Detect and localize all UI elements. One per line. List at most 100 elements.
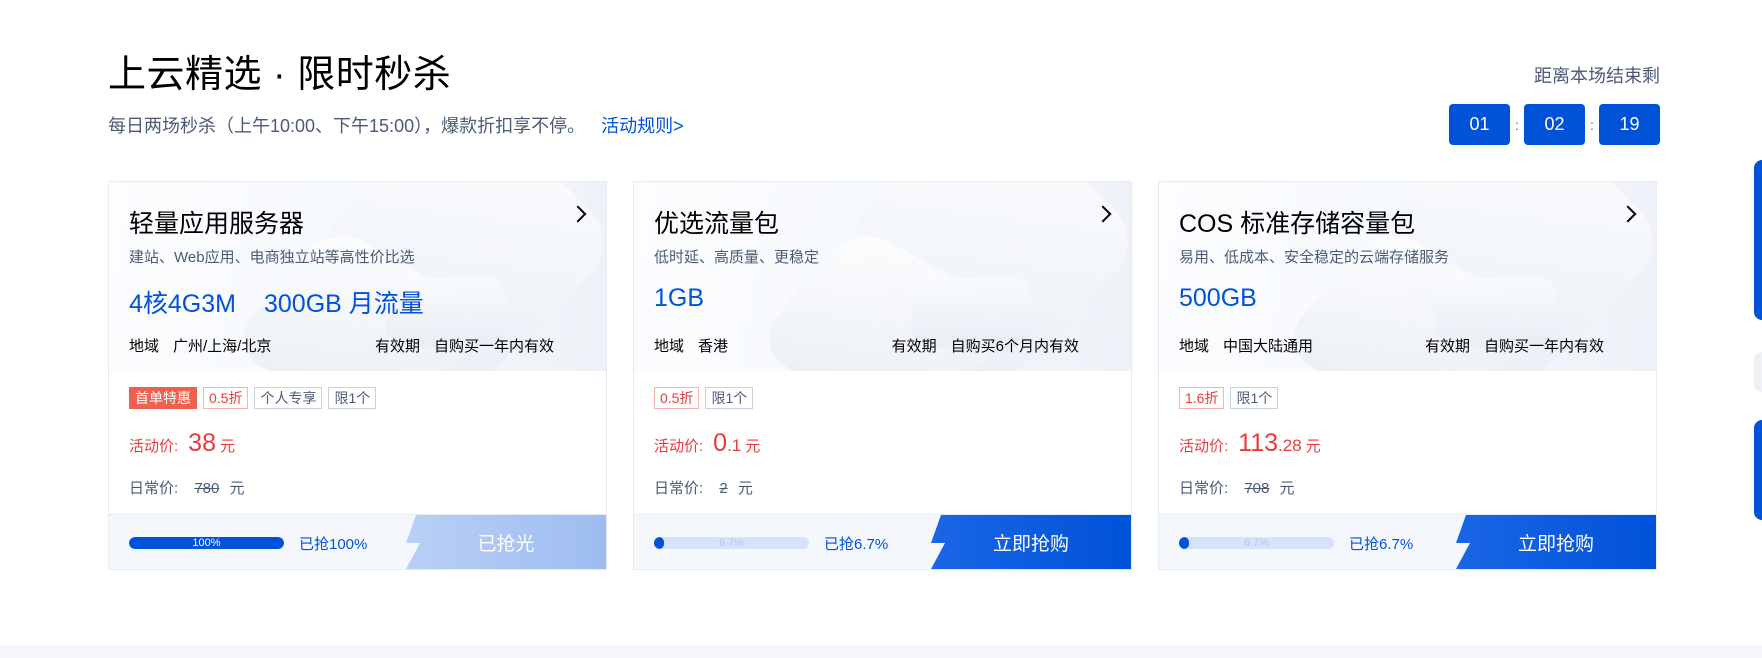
regular-price-unit: 元 [737, 480, 753, 497]
card-description: 易用、低成本、安全稳定的云端存储服务 [1179, 249, 1450, 266]
region: 地域 中国大陆通用 [1179, 335, 1313, 356]
sales-progress-bar: 6.7% [1179, 537, 1334, 549]
sales-progress-text: 6.7% [1243, 537, 1270, 549]
countdown-separator: : [1515, 116, 1519, 133]
activity-price: 活动价: 0 .1 元 [654, 429, 760, 458]
region-value: 广州/上海/北京 [173, 338, 272, 355]
card-meta: 地域 广州/上海/北京 有效期 自购买一年内有效 [129, 335, 554, 356]
card-title[interactable]: COS 标准存储容量包 [1179, 204, 1415, 240]
card-footer: 100% 已抢100% 已抢光 [109, 514, 606, 569]
card-meta: 地域 香港 有效期 自购买6个月内有效 [654, 335, 1079, 356]
card-tags: 首单特惠 0.5折 个人专享 限1个 [129, 387, 377, 409]
validity-label: 有效期 [891, 338, 937, 355]
card-tags: 0.5折 限1个 [654, 387, 754, 409]
section-subtitle-row: 每日两场秒杀（上午10:00、下午15:00），爆款折扣享不停。 活动规则> [108, 112, 684, 138]
card-spec: 4核4G3M 300GB 月流量 [129, 284, 424, 320]
validity: 有效期 自购买6个月内有效 [892, 335, 1079, 356]
region-label: 地域 [1179, 338, 1210, 355]
card-title[interactable]: 轻量应用服务器 [129, 204, 304, 240]
regular-price: 日常价: 2 元 [654, 477, 753, 498]
discount-tag: 0.5折 [654, 387, 700, 409]
regular-price-unit: 元 [229, 480, 245, 497]
countdown: 距离本场结束剩 01 : 02 : 19 [1449, 62, 1660, 145]
regular-price-value: 780 [194, 480, 220, 497]
activity-price-integer: 38 [188, 429, 216, 457]
card-description: 低时延、高质量、更稳定 [654, 249, 820, 266]
sold-out-button[interactable]: 已抢光 [406, 515, 606, 569]
sales-progress-text: 100% [192, 537, 221, 549]
info-tag: 限1个 [1230, 387, 1279, 409]
section-title: 上云精选 · 限时秒杀 [108, 54, 452, 96]
validity-label: 有效期 [374, 338, 420, 355]
sales-progress-bar: 6.7% [654, 537, 809, 549]
card-spec-item: 300GB 月流量 [263, 290, 424, 318]
first-order-tag: 首单特惠 [129, 387, 197, 409]
activity-price: 活动价: 113 .28 元 [1179, 429, 1321, 458]
regular-price-unit: 元 [1279, 480, 1295, 497]
validity-label: 有效期 [1424, 338, 1470, 355]
card-spec-item: 4核4G3M [129, 290, 236, 318]
card-header-area: COS 标准存储容量包 易用、低成本、安全稳定的云端存储服务 500GB 地域中… [1159, 182, 1656, 371]
activity-price-label: 活动价: [129, 438, 179, 455]
card-spec: 1GB [654, 284, 704, 313]
activity-price-decimal: .1 [727, 436, 742, 455]
activity-price-decimal: .28 [1278, 436, 1302, 455]
card-description: 建站、Web应用、电商独立站等高性价比选 [129, 249, 415, 266]
section-header: 上云精选 · 限时秒杀 每日两场秒杀（上午10:00、下午15:00），爆款折扣… [108, 50, 684, 138]
buy-now-button[interactable]: 立即抢购 [931, 515, 1131, 569]
sales-progress-bar: 100% [129, 537, 284, 549]
regular-price-value: 2 [719, 480, 728, 497]
validity-value: 自购买6个月内有效 [950, 338, 1079, 355]
region-value: 香港 [698, 338, 729, 355]
info-tag: 个人专享 [254, 387, 323, 409]
card-header-area: 优选流量包 低时延、高质量、更稳定 1GB 地域 香港 有效期 自购买6个月内有效 [634, 182, 1131, 371]
validity: 有效期 自购买一年内有效 [375, 335, 554, 356]
card-meta: 地域 中国大陆通用 有效期 自购买一年内有效 [1179, 335, 1604, 356]
card-tags: 1.6折 限1个 [1179, 387, 1279, 409]
floating-side-tab[interactable] [1754, 160, 1762, 320]
discount-tag: 0.5折 [203, 387, 249, 409]
grabbed-percent: 已抢100% [299, 536, 368, 553]
buy-now-button[interactable]: 立即抢购 [1456, 515, 1656, 569]
product-card[interactable]: 优选流量包 低时延、高质量、更稳定 1GB 地域 香港 有效期 自购买6个月内有效 … [633, 181, 1132, 570]
countdown-seconds: 19 [1599, 104, 1660, 145]
floating-side-tab[interactable] [1754, 420, 1762, 520]
product-card[interactable]: 轻量应用服务器 建站、Web应用、电商独立站等高性价比选 4核4G3M 300GB… [108, 181, 607, 570]
discount-tag: 1.6折 [1179, 387, 1225, 409]
card-spec-item: 500GB [1179, 284, 1257, 312]
product-cards: 轻量应用服务器 建站、Web应用、电商独立站等高性价比选 4核4G3M 300GB… [108, 181, 1657, 570]
validity-value: 自购买一年内有效 [433, 338, 554, 355]
product-card[interactable]: COS 标准存储容量包 易用、低成本、安全稳定的云端存储服务 500GB 地域中… [1158, 181, 1657, 570]
card-spec-item: 1GB [654, 284, 705, 312]
info-tag: 限1个 [705, 387, 754, 409]
chevron-right-icon[interactable] [1619, 205, 1637, 223]
chevron-right-icon[interactable] [1094, 205, 1112, 223]
activity-price-integer: 113 [1238, 429, 1279, 457]
countdown-hours: 01 [1449, 104, 1510, 145]
card-header-area: 轻量应用服务器 建站、Web应用、电商独立站等高性价比选 4核4G3M 300GB… [109, 182, 606, 371]
countdown-separator: : [1590, 116, 1594, 133]
activity-rules-link[interactable]: 活动规则> [601, 112, 684, 138]
info-tag: 限1个 [328, 387, 377, 409]
grabbed-percent: 已抢6.7% [824, 536, 889, 553]
card-title[interactable]: 优选流量包 [654, 204, 779, 240]
regular-price: 日常价: 708 元 [1179, 477, 1295, 498]
activity-price: 活动价: 38 元 [129, 429, 235, 458]
regular-price-label: 日常价: [129, 480, 179, 497]
activity-price-integer: 0 [713, 429, 728, 457]
activity-price-unit: 元 [219, 438, 235, 455]
chevron-right-icon[interactable] [569, 205, 587, 223]
floating-side-tab[interactable] [1754, 352, 1762, 392]
activity-price-label: 活动价: [1179, 438, 1229, 455]
countdown-timer: 01 : 02 : 19 [1449, 104, 1660, 145]
card-footer: 6.7% 已抢6.7% 立即抢购 [1159, 514, 1656, 569]
validity: 有效期 自购买一年内有效 [1425, 335, 1604, 356]
countdown-label: 距离本场结束剩 [1534, 66, 1660, 86]
activity-price-unit: 元 [745, 438, 761, 455]
region: 地域 香港 [654, 335, 728, 356]
region: 地域 广州/上海/北京 [129, 335, 271, 356]
activity-price-label: 活动价: [654, 438, 704, 455]
card-footer: 6.7% 已抢6.7% 立即抢购 [634, 514, 1131, 569]
section-subtitle: 每日两场秒杀（上午10:00、下午15:00），爆款折扣享不停。 [108, 116, 586, 136]
regular-price-label: 日常价: [654, 480, 704, 497]
